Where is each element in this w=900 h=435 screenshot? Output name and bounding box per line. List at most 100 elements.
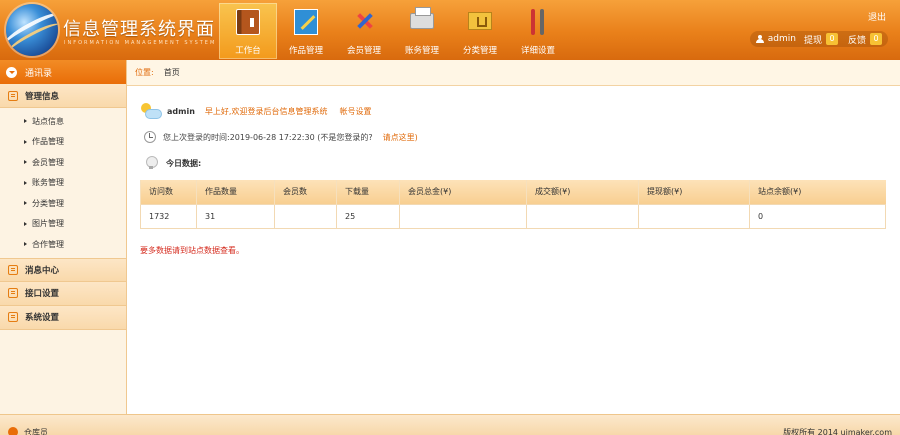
more-data-note[interactable]: 要多数据请到站点数据查看。 [140, 245, 244, 256]
clock-icon [144, 131, 156, 143]
sidebar-item-site-info[interactable]: 站点信息 [0, 111, 126, 132]
sidebar-section-label: 系统设置 [25, 313, 60, 323]
tools-icon [352, 9, 376, 35]
cell-members [274, 203, 337, 229]
feedback-count-badge: 0 [870, 33, 882, 45]
folder-icon [468, 12, 492, 30]
username[interactable]: admin [768, 34, 796, 44]
col-members: 会员数 [274, 180, 337, 204]
arrow-right-icon [24, 139, 27, 144]
arrow-right-icon [24, 221, 27, 226]
sidebar-section-label: 消息中心 [25, 265, 60, 276]
sidebar-item-label: 合作管理 [32, 239, 64, 249]
today-data-title: 今日数据: [166, 158, 202, 168]
arrow-right-icon [24, 180, 27, 185]
app-subtitle: INFORMATION MANAGEMENT SYSTEM BOX [64, 40, 237, 46]
arrow-right-icon [24, 119, 27, 124]
welcome-row: admin 早上好,欢迎登录后台信息管理系统 帐号设置 [140, 102, 900, 120]
col-member-total: 会员总金(¥) [399, 180, 527, 204]
message-icon [8, 264, 18, 275]
cell-withdrawals [638, 203, 750, 229]
sidebar-item-images[interactable]: 图片管理 [0, 214, 126, 235]
arrow-right-icon [24, 201, 27, 206]
sidebar-item-finance[interactable]: 账务管理 [0, 173, 126, 194]
col-works-count: 作品数量 [196, 180, 275, 204]
today-row: 今日数据: [140, 154, 900, 172]
user-bar: admin 提现 0 反馈 0 [749, 31, 888, 47]
nav-label: 详细设置 [520, 46, 555, 56]
edit-icon [8, 288, 18, 298]
last-login-row: 您上次登录的时间:2019-06-28 17:22:30 (不是您登录的? 请点… [140, 128, 900, 146]
sidebar-item-label: 图片管理 [32, 219, 64, 229]
sidebar-item-members[interactable]: 会员管理 [0, 152, 126, 173]
col-turnover: 成交额(¥) [526, 180, 639, 204]
feedback-link[interactable]: 反馈 [848, 33, 866, 46]
sidebar-section-manage[interactable]: 管理信息 [0, 84, 126, 108]
sidebar-item-partners[interactable]: 合作管理 [0, 234, 126, 255]
arrow-right-icon [24, 242, 27, 247]
app-title: 信息管理系统界面 [63, 19, 215, 40]
printer-icon [410, 7, 434, 29]
col-site-balance: 站点余额(¥) [749, 180, 886, 204]
nav-item-members[interactable]: 会员管理 [335, 3, 393, 59]
nav-label: 账务管理 [404, 46, 439, 56]
withdraw-count-badge: 0 [825, 33, 838, 45]
sidebar-section-label: 接口设置 [25, 289, 60, 299]
nav-item-works[interactable]: 作品管理 [277, 3, 335, 59]
col-withdrawals: 提现额(¥) [638, 180, 750, 204]
sidebar-item-label: 会员管理 [32, 157, 64, 167]
nav-item-finance[interactable]: 账务管理 [393, 3, 451, 59]
breadcrumb: 位置: 首页 [127, 60, 900, 86]
footer-user-icon [8, 427, 18, 435]
breadcrumb-current[interactable]: 首页 [164, 67, 180, 78]
nav-label: 分类管理 [462, 46, 497, 56]
nav-label: 工作台 [235, 46, 261, 56]
sidebar-section-system[interactable]: 系统设置 [0, 305, 126, 330]
globe-logo-icon [6, 4, 58, 56]
arrow-right-icon [24, 160, 27, 165]
cell-member-total [399, 203, 527, 229]
cell-turnover [526, 203, 639, 229]
sidebar: 通讯录 管理信息 站点信息 作品管理 会员管理 账务管理 分类管理 图片管理 合… [0, 60, 127, 414]
screwdriver-icon [526, 9, 550, 35]
sidebar-item-label: 账务管理 [32, 178, 64, 188]
sidebar-item-label: 作品管理 [32, 137, 64, 147]
col-visits: 访问数 [140, 180, 197, 204]
lightbulb-icon [146, 156, 158, 170]
cell-visits: 1732 [140, 203, 197, 229]
stats-table: 访问数 作品数量 会员数 下载量 会员总金(¥) 成交额(¥) 提现额(¥) 站… [140, 180, 886, 229]
report-link[interactable]: 请点这里) [383, 132, 418, 143]
col-downloads: 下载量 [336, 180, 400, 204]
sidebar-section-message[interactable]: 消息中心 [0, 257, 126, 282]
nav-item-settings[interactable]: 详细设置 [509, 3, 567, 59]
withdraw-link[interactable]: 提现 [804, 33, 822, 46]
sidebar-top-contacts[interactable]: 通讯录 [0, 60, 126, 84]
logout-link[interactable]: 退出 [868, 10, 886, 23]
sidebar-item-works[interactable]: 作品管理 [0, 132, 126, 153]
user-icon [755, 35, 764, 43]
cell-downloads: 25 [336, 203, 400, 229]
last-login-text: 您上次登录的时间:2019-06-28 17:22:30 (不是您登录的? [163, 132, 373, 142]
header: 信息管理系统界面 INFORMATION MANAGEMENT SYSTEM B… [0, 0, 900, 60]
footer: 仓库员 版权所有 2014 uimaker.com [0, 414, 900, 435]
book-icon [236, 9, 260, 35]
sidebar-list: 站点信息 作品管理 会员管理 账务管理 分类管理 图片管理 合作管理 [0, 108, 126, 258]
table-row: 1732 31 25 0 [140, 203, 886, 229]
nav-item-categories[interactable]: 分类管理 [451, 3, 509, 59]
cell-site-balance: 0 [749, 203, 886, 229]
account-settings-link[interactable]: 帐号设置 [339, 106, 371, 117]
chevron-down-icon [6, 66, 17, 78]
sidebar-item-label: 站点信息 [32, 116, 64, 126]
footer-left-text: 仓库员 [24, 428, 48, 435]
nav-label: 会员管理 [346, 46, 381, 56]
sidebar-item-label: 分类管理 [32, 198, 64, 208]
main-nav: 工作台 作品管理 会员管理 账务管理 分类管理 详细设置 [219, 3, 567, 59]
calendar-icon [8, 312, 18, 322]
nav-item-workbench[interactable]: 工作台 [219, 3, 277, 59]
sidebar-item-categories[interactable]: 分类管理 [0, 193, 126, 214]
sidebar-top-label: 通讯录 [25, 68, 53, 79]
main-content: 位置: 首页 admin 早上好,欢迎登录后台信息管理系统 帐号设置 您上次登录… [127, 60, 900, 414]
sidebar-section-label: 管理信息 [25, 91, 60, 102]
sidebar-section-api[interactable]: 接口设置 [0, 281, 126, 306]
welcome-panel: admin 早上好,欢迎登录后台信息管理系统 帐号设置 您上次登录的时间:201… [127, 86, 900, 172]
